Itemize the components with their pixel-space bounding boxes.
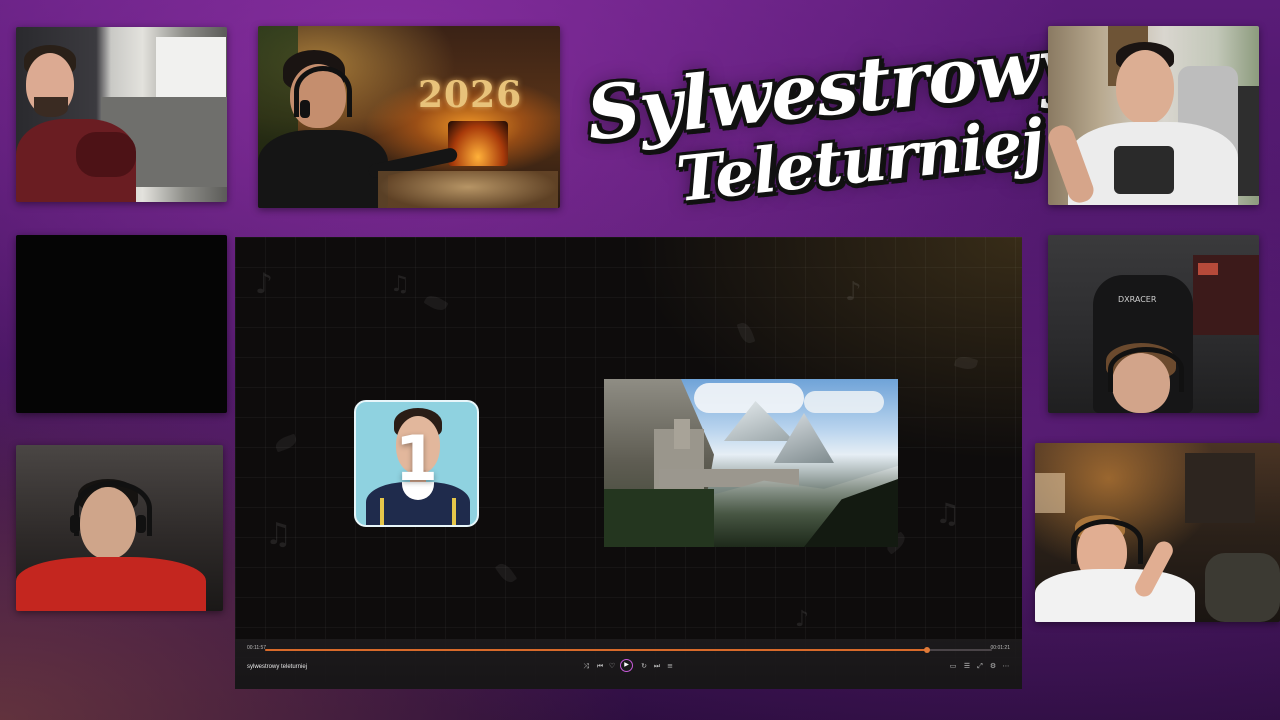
- webcam-bottom-right: [1035, 443, 1280, 622]
- next-icon[interactable]: ⏭: [652, 661, 662, 671]
- music-note-decoration: ♪: [255, 267, 273, 300]
- media-player: ♪ ♫ ♪ ♫ ♪ ♫ 1 00:11:57 00:01:21 sylwestr…: [235, 237, 1022, 689]
- show-logo: Sylwestrowy Teleturniej: [568, 20, 1085, 228]
- participant-figure: [1035, 443, 1280, 622]
- cast-icon[interactable]: ▭: [948, 661, 958, 671]
- participant-figure: [1048, 235, 1259, 413]
- stream-overlay: 2026 Sylwestrowy Teleturniej DXRACER ♪ ♫…: [0, 0, 1280, 720]
- shuffle-icon[interactable]: ⤨: [581, 661, 591, 671]
- list-icon[interactable]: ☰: [962, 661, 972, 671]
- progress-fill: [265, 649, 927, 651]
- webcam-bottom-left: [16, 445, 223, 611]
- fullscreen-icon[interactable]: ⤢: [975, 661, 985, 671]
- participant-figure: [16, 445, 223, 611]
- music-note-decoration: ♫: [390, 272, 410, 297]
- repeat-icon[interactable]: ↻: [639, 661, 649, 671]
- music-note-decoration: ♪: [795, 607, 810, 632]
- contestant-number: 1: [394, 422, 439, 495]
- progress-thumb[interactable]: [923, 647, 930, 653]
- player-controls: 00:11:57 00:01:21 sylwestrowy teleturnie…: [235, 639, 1022, 689]
- music-note-decoration: ♫: [265, 517, 292, 552]
- empty-webcam-slot: [16, 235, 227, 413]
- total-time: 00:01:21: [990, 645, 1010, 651]
- queue-icon[interactable]: ≡: [665, 661, 675, 671]
- heart-icon[interactable]: ♡: [607, 661, 617, 671]
- more-icon[interactable]: ⋯: [1001, 661, 1011, 671]
- contestant-card: 1: [354, 400, 479, 527]
- webcam-top-right: [1048, 26, 1259, 205]
- play-icon: ▶: [624, 662, 629, 668]
- webcam-right-middle: DXRACER: [1048, 235, 1259, 413]
- current-time: 00:11:57: [247, 645, 267, 651]
- settings-icon[interactable]: ⚙: [988, 661, 998, 671]
- progress-bar[interactable]: [265, 647, 992, 653]
- music-note-decoration: ♪: [845, 277, 862, 307]
- participant-figure: [1048, 26, 1259, 205]
- play-button[interactable]: ▶: [620, 659, 633, 672]
- track-title: sylwestrowy teleturniej: [247, 664, 308, 670]
- music-note-decoration: ♫: [935, 497, 961, 530]
- question-image: [604, 379, 898, 547]
- host-scene-image: 2026: [258, 26, 560, 208]
- participant-figure: [16, 27, 227, 202]
- previous-icon[interactable]: ⏮: [595, 661, 605, 671]
- webcam-top-left: [16, 27, 227, 202]
